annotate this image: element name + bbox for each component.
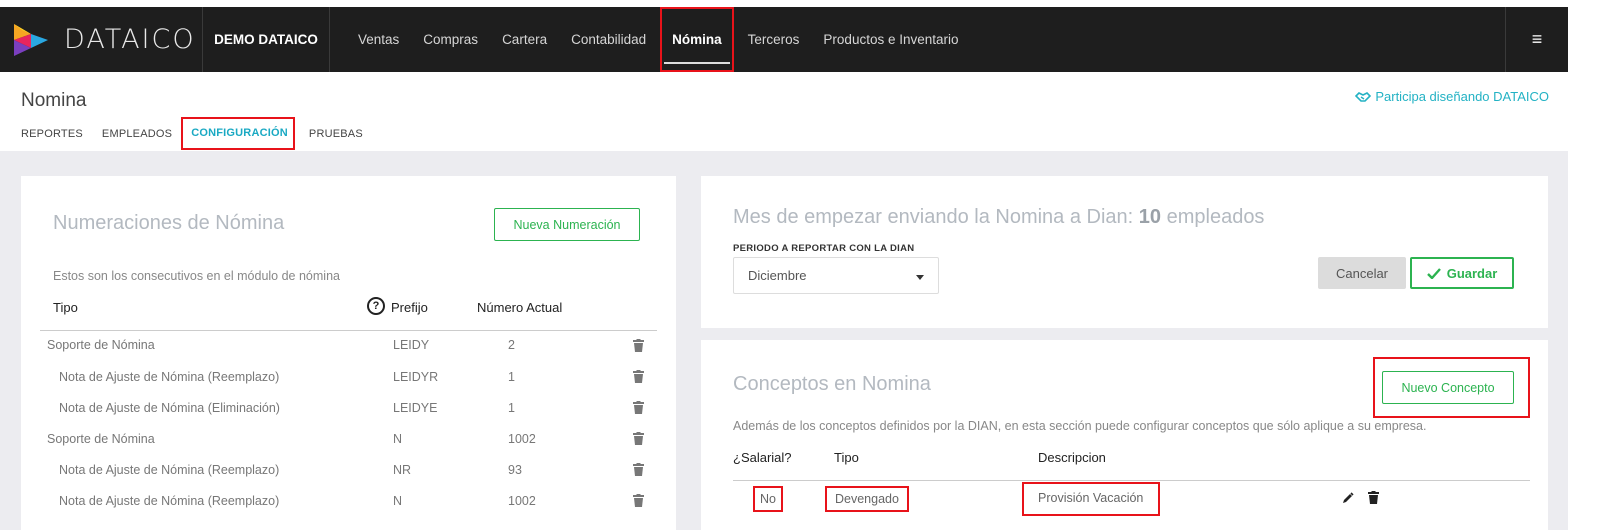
col-tipo: Tipo (53, 300, 78, 315)
table-divider (733, 480, 1530, 481)
col-tipo: Tipo (834, 450, 859, 465)
cancel-button[interactable]: Cancelar (1318, 257, 1406, 289)
brand-logo[interactable]: DATAICO (0, 7, 203, 72)
row-prefijo: LEIDYR (393, 370, 439, 384)
help-icon[interactable]: ? (367, 297, 385, 315)
periodo-select[interactable]: Diciembre (733, 257, 939, 294)
row-prefijo: LEIDY (393, 338, 430, 352)
row-numero: 1002 (508, 494, 536, 508)
mes-title-prefix: Mes de empezar enviando la Nomina a Dian… (733, 206, 1134, 228)
handshake-icon (1355, 91, 1372, 102)
row-prefijo: NR (393, 463, 412, 477)
row-tipo: Nota de Ajuste de Nómina (Reemplazo) (59, 494, 280, 508)
periodo-label: PERIODO A REPORTAR CON LA DIAN (733, 243, 915, 254)
row-salarial: No (753, 486, 783, 512)
numeraciones-card: Numeraciones de Nómina Nueva Numeración … (21, 176, 676, 530)
col-numero-actual: Número Actual (477, 300, 563, 315)
row-tipo: Devengado (825, 486, 909, 512)
row-tipo: Nota de Ajuste de Nómina (Eliminación) (59, 401, 280, 415)
nav-compras[interactable]: Compras (411, 7, 490, 72)
check-icon (1426, 267, 1441, 279)
nav-nomina[interactable]: Nómina (660, 7, 734, 72)
row-tipo: Nota de Ajuste de Nómina (Reemplazo) (59, 370, 280, 384)
trash-icon[interactable] (633, 401, 644, 414)
page-header: Nomina Participa diseñando DATAICO REPOR… (0, 72, 1568, 151)
col-prefijo: Prefijo (391, 300, 428, 315)
nueva-numeracion-button[interactable]: Nueva Numeración (494, 208, 640, 241)
trash-icon[interactable] (633, 463, 644, 476)
nav-cartera[interactable]: Cartera (490, 7, 559, 72)
mes-card: Mes de empezar enviando la Nomina a Dian… (701, 176, 1548, 328)
company-name[interactable]: DEMO DATAICO (203, 7, 330, 72)
row-tipo: Nota de Ajuste de Nómina (Reemplazo) (59, 463, 280, 477)
trash-icon[interactable] (633, 339, 644, 352)
tab-pruebas[interactable]: PRUEBAS (309, 128, 363, 140)
dataico-logo-icon (14, 23, 48, 56)
col-descripcion: Descripcion (1038, 450, 1106, 465)
row-numero: 1 (508, 370, 515, 384)
sub-tabs: REPORTES EMPLEADOS CONFIGURACIÓN PRUEBAS (21, 117, 382, 150)
row-numero: 1002 (508, 432, 536, 446)
conceptos-description: Además de los conceptos definidos por la… (733, 419, 1427, 433)
tab-empleados[interactable]: EMPLEADOS (102, 128, 172, 140)
nav-contabilidad[interactable]: Contabilidad (559, 7, 658, 72)
row-tipo: Soporte de Nómina (47, 338, 155, 352)
content-area: Numeraciones de Nómina Nueva Numeración … (0, 151, 1568, 530)
row-prefijo: N (393, 432, 403, 446)
table-divider (40, 330, 657, 331)
col-salarial: ¿Salarial? (733, 450, 792, 465)
row-prefijo: N (393, 494, 403, 508)
trash-icon[interactable] (1368, 491, 1379, 504)
numeraciones-title: Numeraciones de Nómina (53, 212, 285, 234)
top-navbar: DATAICO DEMO DATAICO Ventas Compras Cart… (0, 7, 1568, 72)
conceptos-title: Conceptos en Nomina (733, 373, 931, 395)
brand-name: DATAICO (64, 24, 196, 55)
nav-ventas[interactable]: Ventas (346, 7, 411, 72)
nav-productos-inventario[interactable]: Productos e Inventario (811, 7, 970, 72)
tab-reportes[interactable]: REPORTES (21, 128, 83, 140)
conceptos-card: Conceptos en Nomina Nuevo Concepto Ademá… (701, 340, 1548, 530)
empleados-count: 10 (1138, 206, 1162, 228)
row-numero: 93 (508, 463, 522, 477)
nuevo-concepto-button[interactable]: Nuevo Concepto (1382, 371, 1514, 404)
row-numero: 1 (508, 401, 515, 415)
row-descripcion: Provisión Vacación (1022, 482, 1160, 516)
main-nav: Ventas Compras Cartera Contabilidad Nómi… (346, 7, 971, 72)
participa-link[interactable]: Participa diseñando DATAICO (1355, 89, 1549, 104)
trash-icon[interactable] (633, 370, 644, 383)
row-numero: 2 (508, 338, 515, 352)
trash-icon[interactable] (633, 432, 644, 445)
nav-terceros[interactable]: Terceros (736, 7, 812, 72)
mes-title: Mes de empezar enviando la Nomina a Dian… (733, 206, 1264, 229)
participa-label: Participa diseñando DATAICO (1375, 89, 1549, 104)
row-tipo: Soporte de Nómina (47, 432, 155, 446)
chevron-down-icon (916, 275, 924, 280)
menu-icon[interactable]: ≡ (1505, 7, 1568, 72)
numeraciones-description: Estos son los consecutivos en el módulo … (53, 269, 340, 283)
mes-title-suffix: empleados (1166, 206, 1265, 228)
page-title: Nomina (21, 90, 87, 111)
tab-configuracion[interactable]: CONFIGURACIÓN (181, 117, 295, 150)
save-label: Guardar (1446, 265, 1498, 281)
trash-icon[interactable] (633, 494, 644, 507)
row-prefijo: LEIDYE (393, 401, 438, 415)
save-button[interactable]: Guardar (1410, 257, 1514, 289)
pencil-icon[interactable] (1342, 492, 1354, 504)
periodo-value: Diciembre (748, 268, 807, 283)
